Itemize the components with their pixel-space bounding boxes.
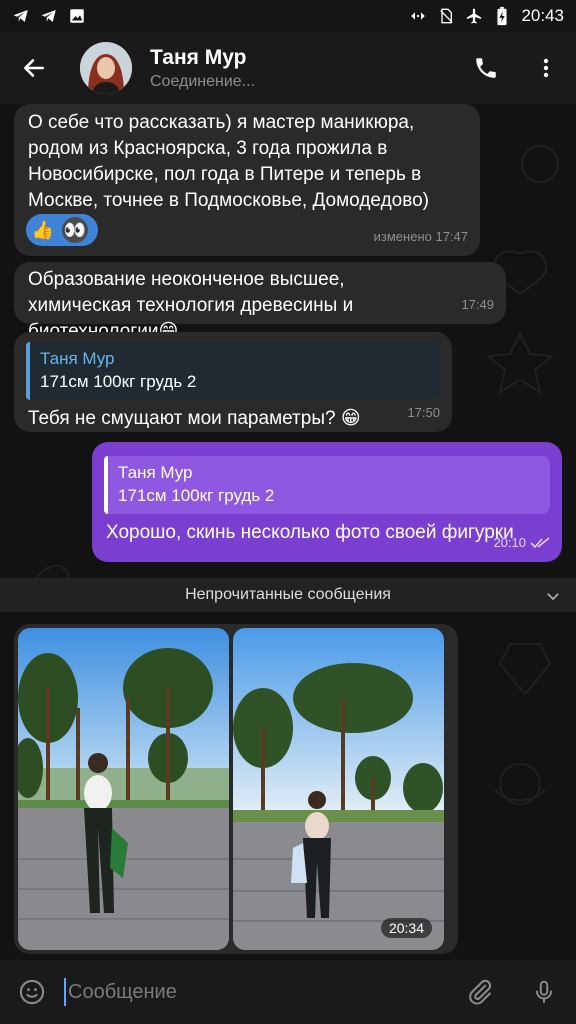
message-time: 17:49 (461, 297, 494, 312)
reply-author: Таня Мур (40, 349, 115, 368)
unread-label: Непрочитанные сообщения (185, 586, 391, 603)
message-text: Хорошо, скинь несколько фото своей фигур… (106, 522, 514, 543)
emoji-button[interactable] (0, 960, 64, 1024)
message-time-text: 20:10 (493, 535, 526, 550)
avatar[interactable] (80, 42, 132, 94)
more-menu-button[interactable] (516, 32, 576, 104)
incoming-message[interactable]: Образование неоконченое высшее, химическ… (14, 262, 506, 342)
outgoing-message[interactable]: Таня Мур 171см 100кг грудь 2 Хорошо, ски… (92, 442, 562, 562)
incoming-message[interactable]: О себе что рассказать) я мастер маникюра… (14, 104, 480, 256)
status-bar: 20:43 (0, 0, 576, 32)
back-button[interactable] (4, 32, 64, 104)
message-input[interactable] (68, 960, 448, 1024)
chat-header: Таня Мур Соединение... (0, 32, 576, 104)
chat-area[interactable]: О себе что рассказать) я мастер маникюра… (0, 104, 576, 960)
photo-thumbnail[interactable] (18, 628, 229, 950)
reactions-row[interactable]: 👍 👀 (26, 214, 98, 246)
double-check-icon (530, 537, 550, 549)
message-time: 17:50 (407, 405, 440, 420)
chevron-down-icon[interactable] (544, 587, 562, 605)
data-transfer-icon (409, 7, 427, 25)
message-input-bar (0, 960, 576, 1024)
battery-charging-icon (493, 6, 511, 26)
reply-author: Таня Мур (118, 463, 193, 482)
clock: 20:43 (521, 6, 564, 25)
reply-text: 171см 100кг грудь 2 (118, 486, 275, 505)
photo-time: 20:34 (380, 918, 432, 938)
incoming-message[interactable]: Таня Мур 171см 100кг грудь 2 Тебя не сму… (14, 332, 452, 432)
call-button[interactable] (456, 32, 516, 104)
message-time: 20:10 (493, 530, 550, 556)
reply-quote[interactable]: Таня Мур 171см 100кг грудь 2 (104, 456, 550, 514)
text-cursor (64, 978, 66, 1006)
chat-title: Таня Мур (150, 45, 247, 69)
photo-album-message[interactable]: 20:34 (14, 624, 458, 954)
phone-icon (476, 58, 496, 78)
gallery-notification-icon (68, 7, 86, 25)
smiley-icon (19, 979, 45, 1005)
connection-status: Соединение... (150, 72, 256, 90)
unread-messages-divider: Непрочитанные сообщения (0, 578, 576, 612)
reply-text: 171см 100кг грудь 2 (40, 372, 197, 391)
more-vertical-icon (543, 58, 549, 78)
chat-title-block[interactable]: Таня Мур Соединение... (150, 46, 456, 91)
no-sim-icon (437, 7, 455, 25)
paperclip-icon (469, 979, 492, 1005)
message-text: О себе что рассказать) я мастер маникюра… (28, 112, 429, 211)
telegram-notification-icon (12, 7, 30, 25)
telegram-notification-icon (40, 7, 58, 25)
microphone-icon (535, 980, 553, 1004)
message-text: Тебя не смущают мои параметры? 😁 (28, 408, 361, 429)
attach-button[interactable] (448, 960, 512, 1024)
photo-thumbnail[interactable]: 20:34 (233, 628, 444, 950)
thumbs-up-reaction[interactable]: 👍 (30, 217, 56, 243)
airplane-mode-icon (465, 7, 483, 25)
reaction-avatar[interactable]: 👀 (62, 217, 88, 243)
voice-message-button[interactable] (512, 960, 576, 1024)
arrow-left-icon (24, 59, 44, 77)
message-time: изменено 17:47 (373, 229, 468, 244)
reply-quote[interactable]: Таня Мур 171см 100кг грудь 2 (26, 342, 440, 400)
